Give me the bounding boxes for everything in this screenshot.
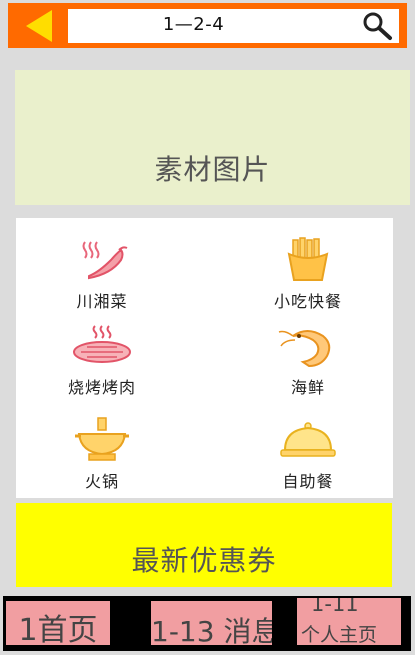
banner-image-placeholder[interactable]: 素材图片 <box>15 70 410 205</box>
tab-messages[interactable]: 1-13 消息 <box>151 601 272 645</box>
coupon-label: 最新优惠券 <box>131 544 277 577</box>
category-bbq[interactable]: 烧烤烤肉 <box>32 322 172 402</box>
search-input[interactable]: 1—2-4 <box>68 9 399 43</box>
category-label: 海鲜 <box>290 378 325 397</box>
grilled-meat-icon <box>73 325 131 363</box>
search-icon[interactable] <box>361 11 393 41</box>
tab-home[interactable]: 1首页 <box>6 601 110 645</box>
category-seafood[interactable]: 海鲜 <box>238 322 378 402</box>
category-label: 烧烤烤肉 <box>67 378 136 397</box>
tab-messages-label: 1-13 消息 <box>151 615 272 645</box>
cloche-icon <box>280 422 336 457</box>
coupon-banner[interactable]: 最新优惠券 <box>16 503 392 587</box>
top-bar: 1—2-4 <box>8 3 407 48</box>
chili-pepper-icon <box>82 241 128 280</box>
back-arrow-icon[interactable] <box>22 8 58 44</box>
bottom-tab-bar: 1首页 1-13 消息 1-11 个人主页 <box>3 596 411 651</box>
category-buffet[interactable]: 自助餐 <box>238 416 378 496</box>
category-label: 小吃快餐 <box>273 292 342 311</box>
category-snacks[interactable]: 小吃快餐 <box>238 236 378 316</box>
shrimp-icon <box>278 330 331 368</box>
search-input-text: 1—2-4 <box>162 14 225 35</box>
banner-label: 素材图片 <box>154 153 271 186</box>
tab-profile-code: 1-11 <box>311 598 359 616</box>
category-grid: 川湘菜 小吃快餐 烧烤烤肉 海鲜 火锅 自助餐 <box>16 218 393 498</box>
category-label: 川湘菜 <box>76 292 128 311</box>
category-label: 火锅 <box>84 472 119 491</box>
tab-home-label: 1首页 <box>18 613 98 645</box>
category-sichuan-hunan[interactable]: 川湘菜 <box>32 236 172 316</box>
tab-profile[interactable]: 1-11 个人主页 <box>297 598 401 645</box>
hot-pot-icon <box>75 417 129 461</box>
category-label: 自助餐 <box>282 472 334 491</box>
tab-profile-label: 个人主页 <box>301 624 378 645</box>
fries-icon <box>287 237 329 281</box>
category-hot-pot[interactable]: 火锅 <box>32 416 172 496</box>
